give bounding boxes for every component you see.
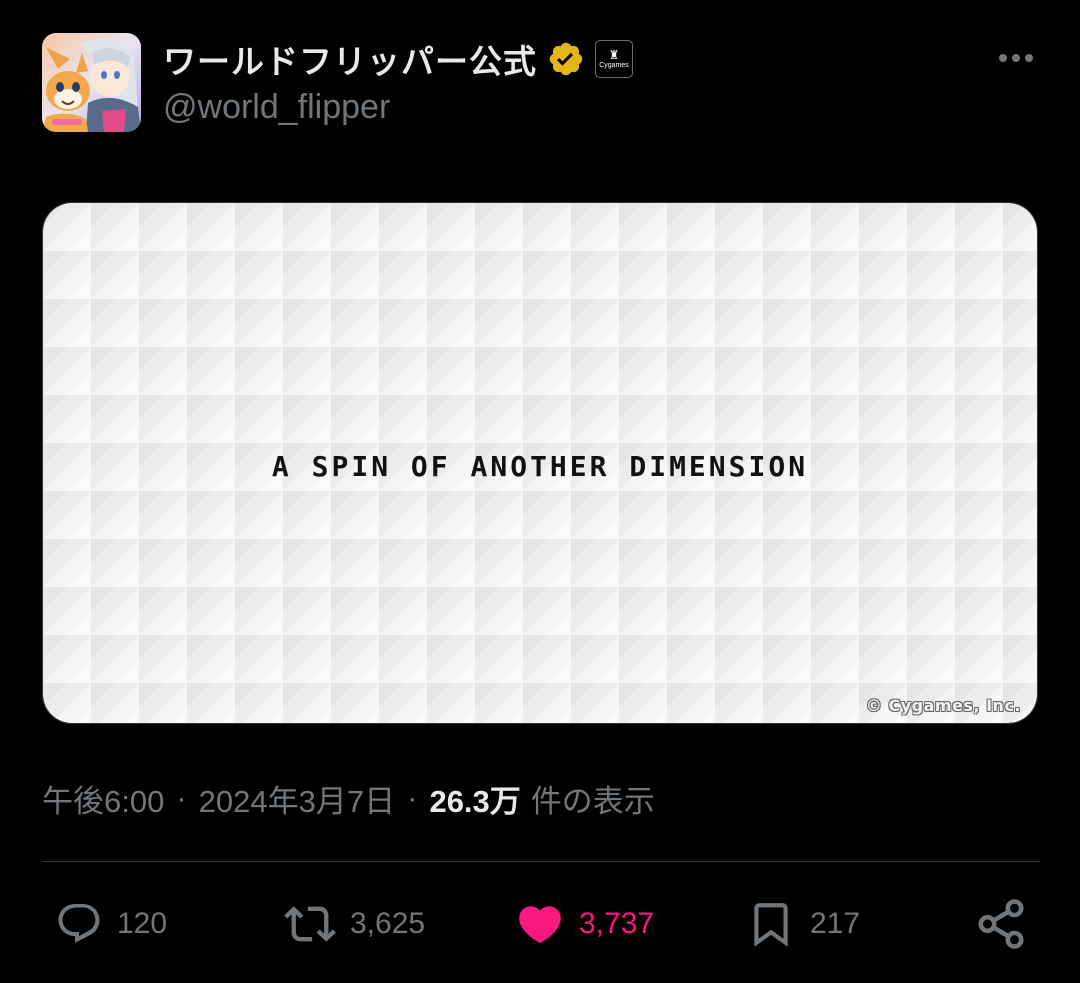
repost-button[interactable]: 3,625: [284, 894, 425, 954]
bookmark-button[interactable]: 217: [746, 894, 860, 954]
verified-badge-icon[interactable]: [547, 40, 585, 78]
heart-filled-icon: [519, 906, 561, 944]
media-copyright: © Cygames, Inc.: [865, 696, 1021, 715]
avatar[interactable]: [42, 33, 141, 132]
bookmark-icon: [754, 903, 788, 947]
affiliate-label: Cygames: [599, 61, 629, 69]
meta-separator: ·: [176, 780, 187, 815]
tweet-time[interactable]: 午後6:00: [42, 776, 164, 821]
cygames-logo-icon: ♜: [608, 47, 620, 62]
share-button[interactable]: [974, 894, 1028, 954]
author-name-row: ワールドフリッパー公式 ♜ Cygames: [163, 36, 633, 82]
tweet-actions-bar: 120 3,625 3,737 217: [0, 894, 1080, 954]
tweet-media-image[interactable]: A SPIN OF ANOTHER DIMENSION © Cygames, I…: [42, 202, 1038, 724]
repost-icon: [284, 906, 336, 942]
more-options-button[interactable]: [996, 45, 1036, 71]
share-icon: [978, 899, 1024, 949]
like-count: 3,737: [579, 907, 655, 940]
reply-count: 120: [117, 907, 168, 940]
repost-count: 3,625: [350, 907, 426, 940]
views-label: 件の表示: [530, 783, 655, 819]
meta-separator: ·: [407, 780, 418, 815]
tweet-date[interactable]: 2024年3月7日: [199, 776, 395, 821]
media-title-text: A SPIN OF ANOTHER DIMENSION: [271, 449, 809, 483]
author-display-name[interactable]: ワールドフリッパー公式: [163, 35, 537, 83]
author-handle[interactable]: @world_flipper: [163, 88, 390, 127]
bookmark-count: 217: [810, 907, 861, 940]
reply-button[interactable]: 120: [55, 894, 167, 954]
like-button[interactable]: 3,737: [515, 894, 654, 954]
more-dots-icon: [999, 54, 1033, 62]
tweet-meta: 午後6:00 · 2024年3月7日 · 26.3万 件の表示: [42, 776, 655, 820]
divider: [42, 861, 1040, 862]
affiliate-badge[interactable]: ♜ Cygames: [595, 40, 633, 78]
reply-icon: [58, 904, 100, 943]
views-count[interactable]: 26.3万: [429, 776, 520, 821]
